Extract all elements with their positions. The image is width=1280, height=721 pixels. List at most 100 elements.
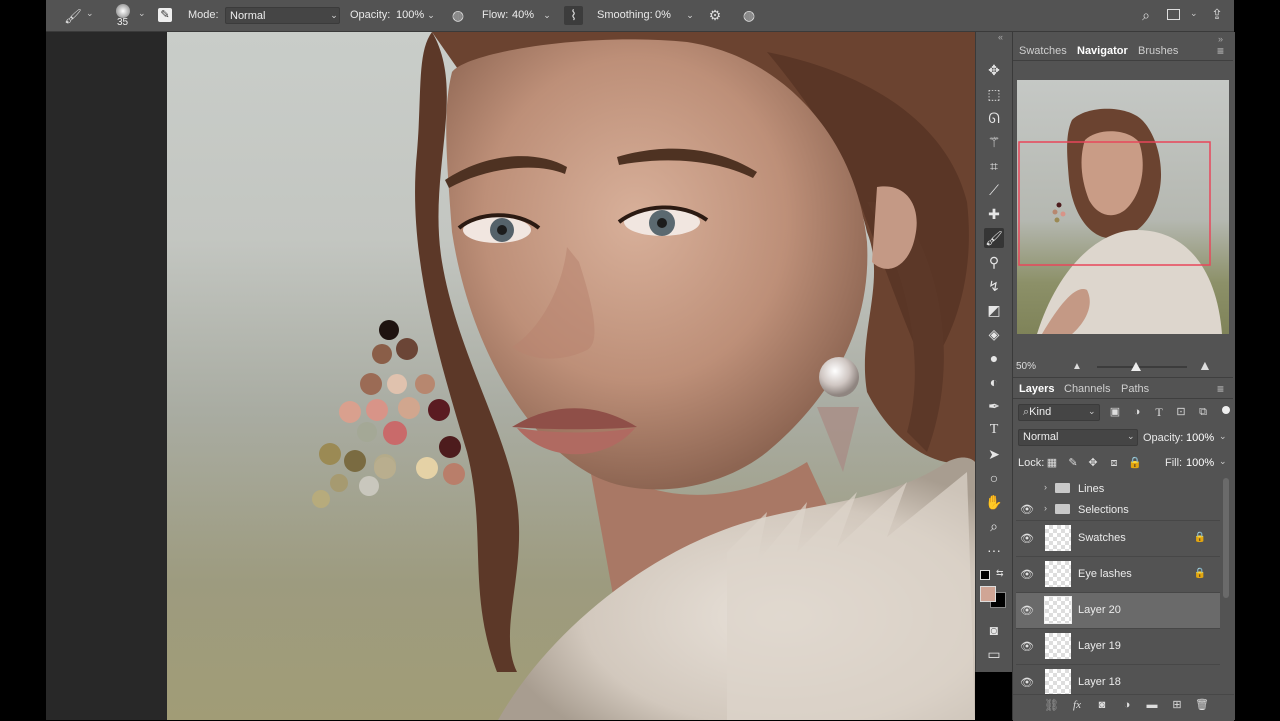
filter-adjustment-icon[interactable]: ◑ <box>1130 404 1144 420</box>
workspace-chevron-icon[interactable]: ⌄ <box>1190 8 1198 19</box>
brush-tool-icon[interactable]: 🖌 <box>64 8 82 24</box>
visibility-eye-icon[interactable]: 👁 <box>1020 677 1034 689</box>
paint-bucket-icon[interactable]: ◈ <box>984 324 1004 344</box>
expand-group-icon[interactable]: › <box>1044 503 1047 513</box>
filter-dropdown-icon[interactable]: ⌄ <box>1088 406 1096 417</box>
visibility-eye-icon[interactable]: 👁 <box>1020 641 1034 653</box>
smoothing-input[interactable]: 0% <box>651 7 681 24</box>
layer-group-selections[interactable]: 👁 › Selections <box>1016 499 1220 520</box>
tab-brushes[interactable]: Brushes <box>1138 45 1178 57</box>
smoothing-settings-gear-icon[interactable]: ⚙ <box>707 7 723 23</box>
fill-dropdown-icon[interactable]: ⌄ <box>1219 456 1227 467</box>
airbrush-icon[interactable]: ⌇ <box>564 6 583 25</box>
filter-pixel-icon[interactable]: ▣ <box>1108 404 1122 420</box>
path-selection-icon[interactable]: ➤ <box>984 444 1004 464</box>
zoom-out-icon[interactable]: ▲ <box>1072 361 1082 372</box>
lock-pixels-icon[interactable]: ✎ <box>1066 455 1080 471</box>
zoom-in-icon[interactable]: ▲ <box>1198 357 1212 373</box>
adjustment-layer-icon[interactable]: ◑ <box>1120 697 1134 713</box>
layer-row-eye-lashes[interactable]: 👁 Eye lashes 🔒 <box>1016 556 1220 593</box>
layer-row-swatches[interactable]: 👁 Swatches 🔒 <box>1016 520 1220 557</box>
tab-navigator[interactable]: Navigator <box>1077 45 1128 57</box>
tab-paths[interactable]: Paths <box>1121 383 1149 395</box>
layers-menu-icon[interactable]: ≡ <box>1217 382 1224 396</box>
tab-layers[interactable]: Layers <box>1019 383 1054 395</box>
mode-select[interactable]: Normal <box>225 7 340 24</box>
navigator-thumbnail[interactable] <box>1017 80 1229 334</box>
brush-settings-icon[interactable]: ✎ <box>158 8 172 22</box>
zoom-slider-handle[interactable] <box>1131 362 1141 371</box>
brush-picker-chevron-icon[interactable]: ⌄ <box>138 8 146 19</box>
default-colors-icon[interactable] <box>980 570 990 580</box>
link-layers-icon[interactable]: ⛓ <box>1044 697 1059 713</box>
layer-opacity-dropdown-icon[interactable]: ⌄ <box>1219 431 1227 442</box>
layers-scrollbar[interactable] <box>1223 478 1229 598</box>
screen-mode-icon[interactable]: ▭ <box>984 644 1004 664</box>
healing-brush-icon[interactable]: ✚ <box>984 204 1004 224</box>
clone-stamp-icon[interactable]: ⚲ <box>984 252 1004 272</box>
hand-icon[interactable]: ✋ <box>984 492 1004 512</box>
layer-style-fx-icon[interactable]: fx <box>1069 697 1085 713</box>
tab-channels[interactable]: Channels <box>1064 383 1110 395</box>
delete-layer-icon[interactable]: 🗑 <box>1195 697 1209 713</box>
flow-input[interactable]: 40% <box>508 7 538 24</box>
pressure-size-icon[interactable]: ◍ <box>741 7 757 23</box>
collapse-panels-icon[interactable]: » <box>1218 34 1223 44</box>
more-tools-icon[interactable]: ··· <box>984 540 1004 560</box>
layer-group-lines[interactable]: › Lines <box>1016 478 1220 499</box>
navigator-menu-icon[interactable]: ≡ <box>1217 44 1224 58</box>
layer-row-layer-20[interactable]: 👁 Layer 20 <box>1016 592 1220 629</box>
crop-icon[interactable]: ⌗ <box>984 156 1004 176</box>
filter-toggle-icon[interactable] <box>1222 406 1230 414</box>
smoothing-dropdown-icon[interactable]: ⌄ <box>683 7 697 24</box>
mode-dropdown-icon[interactable]: ⌄ <box>327 7 341 24</box>
share-icon[interactable]: ⇪ <box>1209 6 1225 22</box>
tool-preset-chevron-icon[interactable]: ⌄ <box>86 8 94 19</box>
brush-icon[interactable]: 🖌 <box>984 228 1004 248</box>
opacity-input[interactable]: 100% <box>392 7 424 24</box>
visibility-eye-icon[interactable]: 👁 <box>1020 569 1034 581</box>
dodge-icon[interactable]: ◐ <box>984 372 1004 392</box>
visibility-eye-icon[interactable]: 👁 <box>1020 533 1034 545</box>
collapse-tools-icon[interactable]: « <box>998 32 1003 42</box>
document-canvas[interactable] <box>167 32 975 720</box>
fill-input[interactable]: 100% <box>1186 457 1214 469</box>
pen-icon[interactable]: ✒ <box>984 396 1004 416</box>
lasso-icon[interactable]: ᘏ <box>984 108 1004 128</box>
pressure-opacity-icon[interactable]: ◍ <box>450 7 466 23</box>
visibility-eye-icon[interactable]: 👁 <box>1020 605 1034 617</box>
foreground-color-swatch[interactable] <box>980 586 996 602</box>
new-layer-icon[interactable]: ⊞ <box>1170 697 1184 713</box>
new-group-icon[interactable]: ▬ <box>1145 697 1159 713</box>
zoom-level[interactable]: 50% <box>1016 361 1036 372</box>
eyedropper-icon[interactable]: ⟋ <box>984 180 1004 200</box>
zoom-slider-track[interactable] <box>1097 366 1187 368</box>
type-icon[interactable]: T <box>984 420 1004 440</box>
marquee-icon[interactable]: ⬚ <box>984 84 1004 104</box>
blur-icon[interactable]: ● <box>984 348 1004 368</box>
add-mask-icon[interactable]: ◙ <box>1095 697 1109 713</box>
opacity-dropdown-icon[interactable]: ⌄ <box>424 7 438 24</box>
zoom-icon[interactable]: ⌕ <box>984 516 1004 536</box>
brush-preview-icon[interactable] <box>116 4 130 18</box>
filter-shape-icon[interactable]: ⊡ <box>1174 404 1188 420</box>
history-brush-icon[interactable]: ↯ <box>984 276 1004 296</box>
workspace-icon[interactable] <box>1167 9 1180 20</box>
lock-artboard-icon[interactable]: ⧈ <box>1107 455 1121 471</box>
filter-type-icon[interactable]: T <box>1152 404 1166 420</box>
quick-mask-icon[interactable]: ◙ <box>984 620 1004 640</box>
lock-transparent-icon[interactable]: ▦ <box>1045 455 1059 471</box>
ellipse-icon[interactable]: ○ <box>984 468 1004 488</box>
tab-swatches[interactable]: Swatches <box>1019 45 1067 57</box>
move-icon[interactable]: ✥ <box>984 60 1004 80</box>
magic-wand-icon[interactable]: ⚚ <box>984 132 1004 152</box>
layer-row-layer-18[interactable]: 👁 Layer 18 <box>1016 664 1220 694</box>
lock-all-icon[interactable]: 🔒 <box>1128 455 1142 471</box>
visibility-eye-icon[interactable]: 👁 <box>1020 504 1034 516</box>
expand-group-icon[interactable]: › <box>1044 482 1047 492</box>
layer-opacity-input[interactable]: 100% <box>1186 432 1214 444</box>
swap-colors-icon[interactable]: ⇆ <box>996 568 1004 579</box>
blend-mode-dropdown-icon[interactable]: ⌄ <box>1127 431 1135 442</box>
layer-row-layer-19[interactable]: 👁 Layer 19 <box>1016 628 1220 665</box>
filter-smart-object-icon[interactable]: ⧉ <box>1196 404 1210 420</box>
